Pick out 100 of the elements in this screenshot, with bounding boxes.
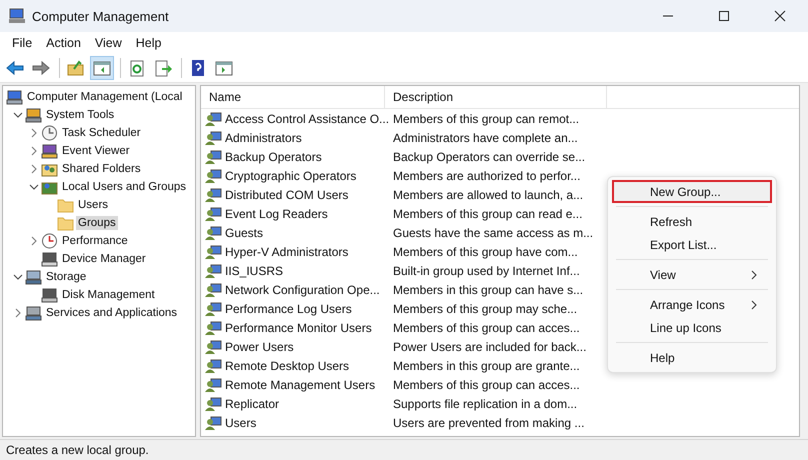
status-text: Creates a new local group.: [6, 443, 149, 457]
group-name[interactable]: Performance Monitor Users: [225, 320, 372, 334]
tree-item[interactable]: Computer Management (Local: [25, 90, 184, 104]
pane-icon: [214, 59, 234, 77]
tree-item[interactable]: Disk Management: [60, 288, 157, 302]
export-icon: [153, 59, 173, 77]
folder-icon: [57, 197, 74, 213]
tree-item[interactable]: Event Viewer: [60, 144, 132, 158]
close-icon[interactable]: [774, 10, 786, 22]
expand-chevron-icon[interactable]: [13, 308, 23, 318]
expand-chevron-icon[interactable]: [29, 164, 39, 174]
menu-item[interactable]: View: [612, 263, 772, 286]
tree-item[interactable]: Local Users and Groups: [60, 180, 188, 194]
menu-item[interactable]: Export List...: [612, 233, 772, 256]
collapse-chevron-icon[interactable]: [13, 110, 23, 120]
group-name[interactable]: Event Log Readers: [225, 206, 328, 220]
tree-item[interactable]: Performance: [60, 234, 130, 248]
group-name[interactable]: Performance Log Users: [225, 302, 352, 316]
group-name[interactable]: Remote Desktop Users: [225, 358, 350, 372]
group-description: Members in this group can have s...: [392, 282, 584, 296]
group-name[interactable]: Network Configuration Ope...: [225, 282, 380, 296]
group-description: Members of this group may sche...: [392, 302, 578, 316]
tree-item[interactable]: System Tools: [44, 108, 116, 122]
maximize-icon[interactable]: [718, 10, 730, 22]
group-name[interactable]: Power Users: [225, 340, 294, 354]
tree-item[interactable]: Task Scheduler: [60, 126, 143, 140]
tree-item[interactable]: Services and Applications: [44, 306, 180, 320]
group-name[interactable]: Backup Operators: [225, 150, 322, 164]
group-description: Members of this group can acces...: [392, 320, 581, 334]
expand-chevron-icon[interactable]: [29, 128, 39, 138]
group-name[interactable]: Replicator: [225, 396, 280, 410]
group-description: Members of this group can read e...: [392, 206, 584, 220]
group-description: Members of this group have com...: [392, 244, 579, 258]
menu-item[interactable]: Refresh: [612, 210, 772, 233]
group-name[interactable]: Hyper-V Administrators: [225, 244, 348, 258]
group-icon: [205, 224, 222, 240]
group-name[interactable]: Cryptographic Operators: [225, 168, 356, 182]
group-description: Backup Operators can override se...: [392, 150, 586, 164]
menu-item[interactable]: Help: [130, 34, 168, 52]
group-icon: [205, 262, 222, 278]
group-description: Guests have the same access as m...: [392, 226, 594, 240]
pane-icon: [92, 59, 112, 77]
column-header[interactable]: Description: [385, 86, 607, 108]
column-header[interactable]: Name: [201, 86, 385, 108]
forward-arrow-icon: [31, 59, 51, 77]
group-description: Members are authorized to perfor...: [392, 168, 582, 182]
folder-icon: [66, 59, 86, 77]
tree-item[interactable]: Groups: [76, 216, 118, 230]
group-icon: [205, 168, 222, 184]
menu-item[interactable]: Help: [612, 346, 772, 369]
computer-icon: [6, 89, 23, 105]
group-description: Power Users are included for back...: [392, 340, 588, 354]
tree-item[interactable]: Shared Folders: [60, 162, 143, 176]
group-icon: [205, 186, 222, 202]
group-description: Members of this group can acces...: [392, 378, 581, 392]
menu-item[interactable]: File: [6, 34, 38, 52]
clock-icon: [41, 125, 58, 141]
group-description: Users are prevented from making ...: [392, 416, 586, 430]
window-title: Computer Management: [32, 8, 169, 24]
group-name[interactable]: Distributed COM Users: [225, 188, 348, 202]
group-icon: [205, 300, 222, 316]
group-icon: [205, 130, 222, 146]
menu-item[interactable]: Line up Icons: [612, 316, 772, 339]
group-name[interactable]: Remote Management Users: [225, 378, 376, 392]
group-description: Members are allowed to launch, a...: [392, 188, 584, 202]
group-icon: [205, 320, 222, 336]
show-tree-button[interactable]: [90, 56, 114, 80]
group-icon: [205, 148, 222, 164]
group-name[interactable]: Guests: [225, 226, 264, 240]
group-name[interactable]: IIS_IUSRS: [225, 264, 284, 278]
menu-item[interactable]: New Group...: [612, 180, 772, 203]
group-name[interactable]: Administrators: [225, 130, 302, 144]
group-description: Supports file replication in a dom...: [392, 396, 578, 410]
menu-item[interactable]: Action: [40, 34, 87, 52]
group-icon: [205, 206, 222, 222]
folder-icon: [57, 215, 74, 231]
group-icon: [205, 244, 222, 260]
menu-item[interactable]: View: [88, 34, 128, 52]
tree-item[interactable]: Device Manager: [60, 252, 148, 266]
expand-chevron-icon[interactable]: [29, 146, 39, 156]
group-name[interactable]: Access Control Assistance O...: [225, 112, 390, 126]
group-icon: [205, 358, 222, 374]
group-icon: [205, 376, 222, 392]
collapse-chevron-icon[interactable]: [29, 182, 39, 192]
group-description: Built-in group used by Internet Inf...: [392, 264, 581, 278]
collapse-chevron-icon[interactable]: [13, 272, 23, 282]
expand-chevron-icon[interactable]: [29, 236, 39, 246]
group-description: Members in this group are grante...: [392, 358, 581, 372]
group-name[interactable]: Users: [225, 416, 256, 430]
group-icon: [205, 282, 222, 298]
group-icon: [205, 110, 222, 126]
back-arrow-icon: [5, 59, 25, 77]
group-icon: [205, 414, 222, 430]
computer-icon: [8, 8, 26, 24]
group-description: Administrators have complete an...: [392, 130, 579, 144]
tree-item[interactable]: Storage: [44, 270, 88, 284]
group-icon: [205, 338, 222, 354]
tree-item[interactable]: Users: [76, 198, 110, 212]
group-icon: [205, 396, 222, 412]
menu-item[interactable]: Arrange Icons: [612, 293, 772, 316]
